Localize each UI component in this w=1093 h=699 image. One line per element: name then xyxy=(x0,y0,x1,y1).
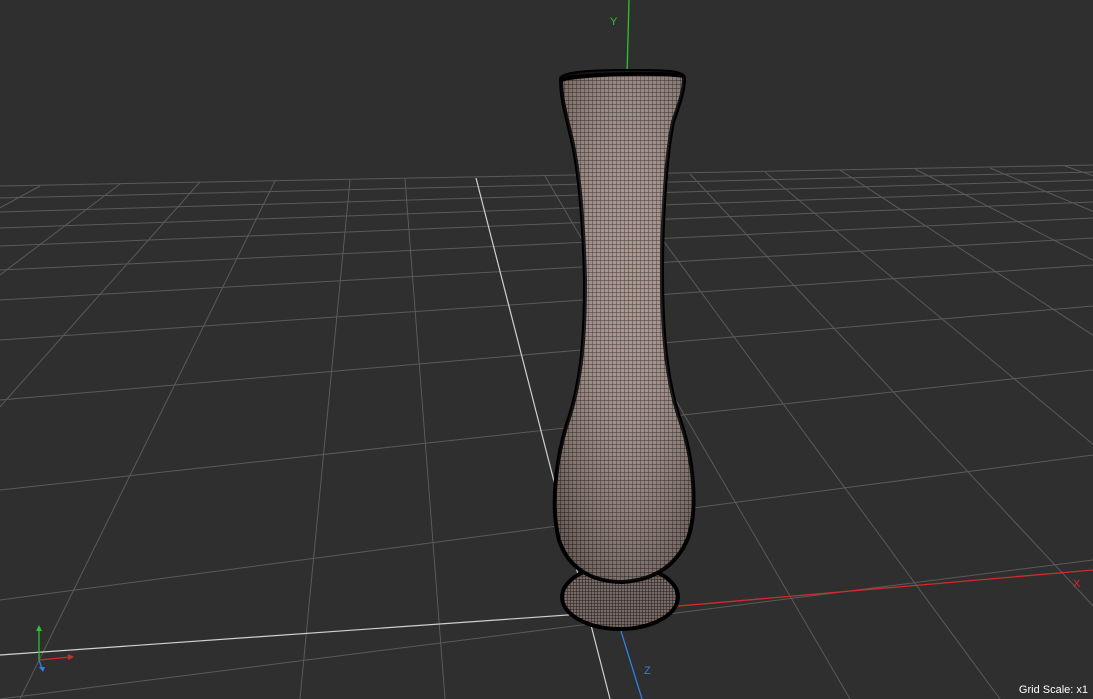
3d-viewport[interactable]: Y Z X Grid Scale: x1 xyxy=(0,0,1093,699)
x-axis-label: X xyxy=(1073,578,1081,590)
y-axis-line xyxy=(626,0,630,77)
vase-model[interactable] xyxy=(552,68,696,631)
z-axis-label: Z xyxy=(644,665,651,677)
y-axis-label: Y xyxy=(610,16,618,28)
vase-shading xyxy=(554,70,694,583)
x-axis-line xyxy=(609,569,1093,613)
grid-scale-label: Grid Scale: x1 xyxy=(1018,684,1088,696)
scene-canvas[interactable] xyxy=(0,0,1093,699)
ground-grid xyxy=(0,164,1093,699)
orientation-axes-icon[interactable] xyxy=(28,622,80,674)
